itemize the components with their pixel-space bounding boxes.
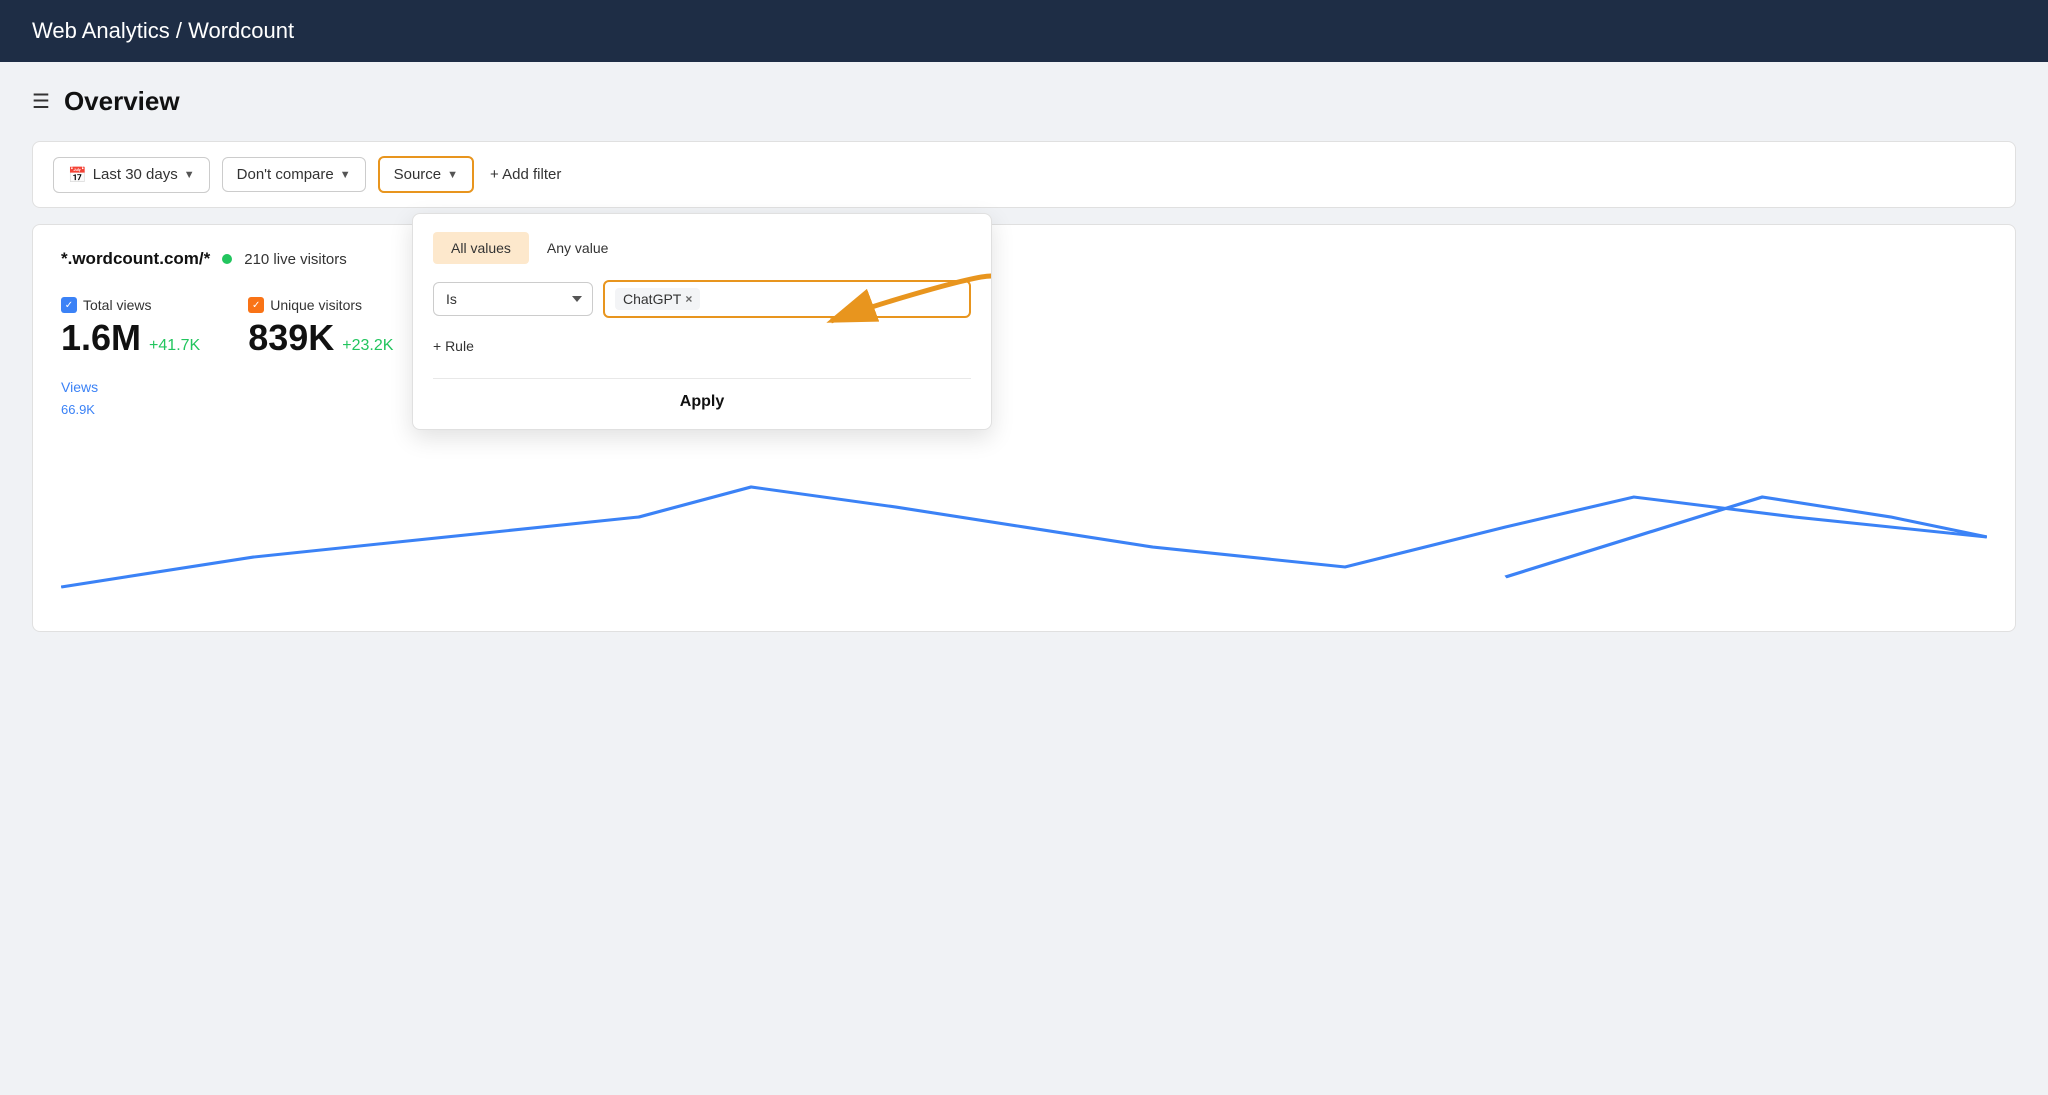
- unique-visitors-checkbox[interactable]: ✓: [248, 297, 264, 313]
- unique-visitors-label: Unique visitors: [270, 297, 362, 313]
- tab-all-values[interactable]: All values: [433, 232, 529, 264]
- value-tabs: All values Any value: [433, 232, 971, 264]
- total-views-checkbox[interactable]: ✓: [61, 297, 77, 313]
- site-name: *.wordcount.com/*: [61, 249, 210, 269]
- is-select[interactable]: Is: [433, 282, 593, 316]
- views-link[interactable]: Views: [61, 379, 1987, 395]
- filter-and-dropdown: 📅 Last 30 days ▼ Don't compare ▼ Source …: [32, 141, 2016, 208]
- unique-visitors-label-row: ✓ Unique visitors: [248, 297, 393, 313]
- topbar-title: Web Analytics / Wordcount: [32, 18, 294, 43]
- calendar-icon: 📅: [68, 166, 87, 184]
- compare-button[interactable]: Don't compare ▼: [222, 157, 366, 192]
- overview-row: ☰ Overview: [32, 86, 2016, 117]
- page-title: Overview: [64, 86, 180, 117]
- page-content: ☰ Overview 📅 Last 30 days ▼ Don't compar…: [0, 62, 2048, 656]
- compare-chevron-icon: ▼: [340, 169, 351, 181]
- source-label: Source: [394, 166, 442, 183]
- unique-visitors-value: 839K +23.2K: [248, 317, 393, 359]
- add-rule-button[interactable]: + Rule: [433, 334, 474, 358]
- chatgpt-tag-input[interactable]: ChatGPT ×: [603, 280, 971, 318]
- date-range-button[interactable]: 📅 Last 30 days ▼: [53, 157, 210, 193]
- live-dot-icon: [222, 254, 232, 264]
- tab-any-value[interactable]: Any value: [529, 232, 626, 264]
- stat-unique-visitors: ✓ Unique visitors 839K +23.2K: [248, 297, 393, 359]
- add-rule-label: + Rule: [433, 338, 474, 354]
- source-button[interactable]: Source ▼: [378, 156, 474, 193]
- chatgpt-tag-label: ChatGPT: [623, 291, 681, 307]
- topbar: Web Analytics / Wordcount: [0, 0, 2048, 62]
- checkmark-icon: ✓: [252, 300, 260, 311]
- chart-svg: [61, 427, 1987, 607]
- total-views-delta: +41.7K: [149, 337, 200, 355]
- main-card: *.wordcount.com/* 210 live visitors ✓ To…: [32, 224, 2016, 632]
- chart-area: [61, 427, 1987, 607]
- total-views-value: 1.6M +41.7K: [61, 317, 200, 359]
- total-views-label-row: ✓ Total views: [61, 297, 200, 313]
- chatgpt-tag-close-icon[interactable]: ×: [685, 292, 692, 306]
- total-views-label: Total views: [83, 297, 151, 313]
- date-range-chevron-icon: ▼: [184, 169, 195, 181]
- stat-total-views: ✓ Total views 1.6M +41.7K: [61, 297, 200, 359]
- add-filter-button[interactable]: + Add filter: [486, 158, 565, 191]
- live-visitors: 210 live visitors: [244, 251, 347, 268]
- hamburger-icon[interactable]: ☰: [32, 89, 50, 114]
- date-range-label: Last 30 days: [93, 166, 178, 183]
- unique-visitors-delta: +23.2K: [342, 337, 393, 355]
- dropdown-divider: [433, 378, 971, 379]
- apply-button[interactable]: Apply: [433, 393, 971, 411]
- views-subvalue: 66.9K: [61, 402, 95, 417]
- source-dropdown: All values Any value Is ChatGPT × + Rule: [412, 213, 992, 430]
- add-filter-label: + Add filter: [490, 166, 561, 183]
- chatgpt-tag: ChatGPT ×: [615, 288, 700, 310]
- source-chevron-icon: ▼: [447, 169, 458, 181]
- site-row: *.wordcount.com/* 210 live visitors: [61, 249, 1987, 269]
- rule-row: Is ChatGPT ×: [433, 280, 971, 318]
- stats-row: ✓ Total views 1.6M +41.7K ✓ Unique visit…: [61, 297, 1987, 359]
- filter-bar: 📅 Last 30 days ▼ Don't compare ▼ Source …: [32, 141, 2016, 208]
- compare-label: Don't compare: [237, 166, 334, 183]
- checkmark-icon: ✓: [65, 300, 73, 311]
